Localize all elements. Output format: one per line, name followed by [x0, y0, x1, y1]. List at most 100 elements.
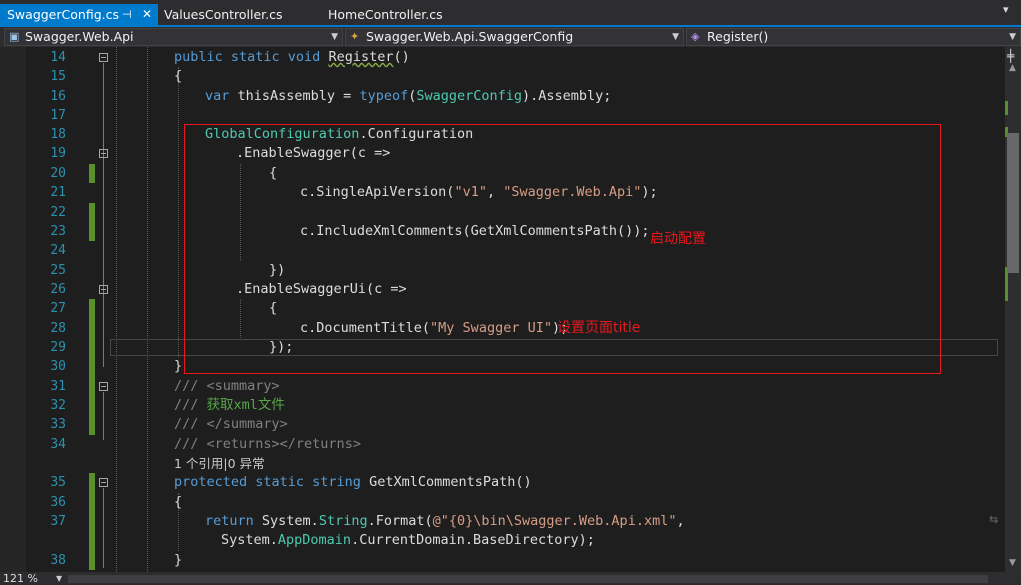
- code-line-38[interactable]: }: [174, 551, 182, 570]
- chevron-down-icon: ▼: [1009, 32, 1016, 42]
- code-token: Register: [328, 49, 394, 65]
- collapse-toggle-icon[interactable]: [99, 478, 108, 487]
- outline-line: [103, 488, 104, 568]
- code-token: AppDomain: [277, 532, 352, 548]
- tab-swaggerconfig[interactable]: SwaggerConfig.cs ⊣ ✕: [0, 4, 158, 25]
- line-number: 18: [50, 127, 66, 142]
- member-name: Register(): [707, 29, 769, 44]
- change-marker: [89, 203, 95, 241]
- code-token: (): [393, 49, 410, 65]
- line-number: 20: [50, 166, 66, 181]
- horizontal-scrollbar[interactable]: [68, 575, 988, 583]
- change-marker: [89, 357, 95, 435]
- change-marker: [89, 164, 95, 183]
- line-number: 31: [50, 379, 66, 394]
- line-number: 19: [50, 146, 66, 161]
- tab-label: HomeController.cs: [328, 7, 443, 22]
- line-number: 34: [50, 437, 66, 452]
- code-line-34[interactable]: /// <returns></returns>: [174, 435, 361, 454]
- outline-line: [103, 392, 104, 440]
- code-token: 获取xml文件: [198, 397, 285, 413]
- collapse-toggle-icon[interactable]: [99, 149, 108, 158]
- line-number: 36: [50, 495, 66, 510]
- code-line-14[interactable]: public static void Register(): [174, 48, 410, 67]
- code-token: ).Assembly;: [522, 88, 612, 104]
- zoom-level[interactable]: 121 %: [3, 572, 38, 585]
- chevron-down-icon[interactable]: ▼: [56, 572, 62, 585]
- tab-overflow-dropdown-icon[interactable]: ▾: [1003, 3, 1009, 16]
- annotation-startup-config: 启动配置: [650, 231, 706, 247]
- collapse-toggle-icon[interactable]: [99, 53, 108, 62]
- quick-action-icon[interactable]: ⇆: [989, 513, 998, 526]
- code-token: ///: [174, 378, 199, 394]
- code-editor[interactable]: 14 15 16 17 18 19 20 21 22 23 24 25 26 2…: [0, 47, 1005, 572]
- type-dropdown[interactable]: ✦ Swagger.Web.Api.SwaggerConfig ▼: [345, 28, 684, 46]
- code-line-36[interactable]: {: [174, 493, 182, 512]
- collapse-toggle-icon[interactable]: [99, 382, 108, 391]
- code-line-30[interactable]: }: [174, 357, 182, 376]
- code-token: ///: [174, 436, 199, 452]
- code-line-31[interactable]: /// <summary>: [174, 377, 280, 396]
- code-token: ///: [174, 397, 199, 413]
- selection-margin: [0, 47, 26, 572]
- line-number: 33: [50, 417, 66, 432]
- line-number: 32: [50, 398, 66, 413]
- code-token: ,: [676, 513, 685, 529]
- tab-label: ValuesController.cs: [164, 7, 283, 22]
- code-line-37[interactable]: return System.String.Format(@"{0}\bin\Sw…: [205, 512, 685, 531]
- line-number: 14: [50, 50, 66, 65]
- class-icon: ✦: [350, 30, 360, 43]
- split-window-icon[interactable]: ╪: [1007, 49, 1014, 63]
- code-token: .CurrentDomain.BaseDirectory);: [351, 532, 595, 548]
- code-line-16[interactable]: var thisAssembly = typeof(SwaggerConfig)…: [205, 87, 611, 106]
- pin-icon[interactable]: ⊣: [122, 4, 132, 25]
- code-token: System.: [253, 513, 319, 529]
- code-line-33[interactable]: /// </summary>: [174, 415, 288, 434]
- code-token: @"{0}\bin\Swagger.Web.Api.xml": [432, 513, 677, 529]
- code-token: var: [205, 88, 230, 104]
- code-token: ///: [174, 416, 199, 432]
- csharp-project-icon: ▣: [9, 30, 20, 43]
- line-number: 28: [50, 321, 66, 336]
- code-token: protected static string: [174, 474, 361, 490]
- codelens-references[interactable]: 1 个引用|0 异常: [174, 454, 265, 473]
- vertical-scrollbar[interactable]: ╪ ▲ ▼: [1005, 47, 1021, 572]
- code-token: typeof: [359, 88, 409, 104]
- line-number: 37: [50, 514, 66, 529]
- chevron-down-icon: ▼: [672, 32, 679, 42]
- scrollbar-thumb[interactable]: [1007, 133, 1019, 273]
- tab-valuescontroller[interactable]: ValuesController.cs: [164, 4, 283, 25]
- code-token: <returns></returns>: [198, 436, 361, 452]
- collapse-toggle-icon[interactable]: [99, 285, 108, 294]
- member-dropdown[interactable]: ◈ Register() ▼: [686, 28, 1021, 46]
- code-token: SwaggerConfig: [416, 88, 523, 104]
- code-token: </summary>: [198, 416, 288, 432]
- line-number: 24: [50, 243, 66, 258]
- scroll-down-arrow-icon[interactable]: ▼: [1009, 558, 1016, 568]
- code-token: System.: [221, 532, 278, 548]
- code-token: <summary>: [198, 378, 280, 394]
- line-number: 38: [50, 553, 66, 568]
- close-icon[interactable]: ✕: [142, 4, 152, 25]
- line-number: 16: [50, 89, 66, 104]
- scroll-up-arrow-icon[interactable]: ▲: [1009, 63, 1016, 73]
- line-number: 30: [50, 359, 66, 374]
- line-number: 27: [50, 301, 66, 316]
- indent-guide: [116, 47, 117, 572]
- project-dropdown[interactable]: ▣ Swagger.Web.Api ▼: [4, 28, 343, 46]
- indent-guide: [147, 47, 148, 572]
- code-token: return: [205, 513, 254, 529]
- tab-homecontroller[interactable]: HomeController.cs: [328, 4, 443, 25]
- change-marker: [89, 473, 95, 570]
- line-number: 17: [50, 108, 66, 123]
- code-line-32[interactable]: /// 获取xml文件: [174, 396, 285, 415]
- line-number: 35: [50, 475, 66, 490]
- code-line-37-continued[interactable]: System.AppDomain.CurrentDomain.BaseDirec…: [221, 531, 595, 550]
- line-number: 21: [50, 185, 66, 200]
- code-token: String: [318, 513, 368, 529]
- annotation-page-title: 设置页面title: [557, 320, 641, 336]
- code-line-15[interactable]: {: [174, 67, 182, 86]
- code-line-35[interactable]: protected static string GetXmlCommentsPa…: [174, 473, 532, 492]
- line-number: 25: [50, 263, 66, 278]
- line-number: 22: [50, 205, 66, 220]
